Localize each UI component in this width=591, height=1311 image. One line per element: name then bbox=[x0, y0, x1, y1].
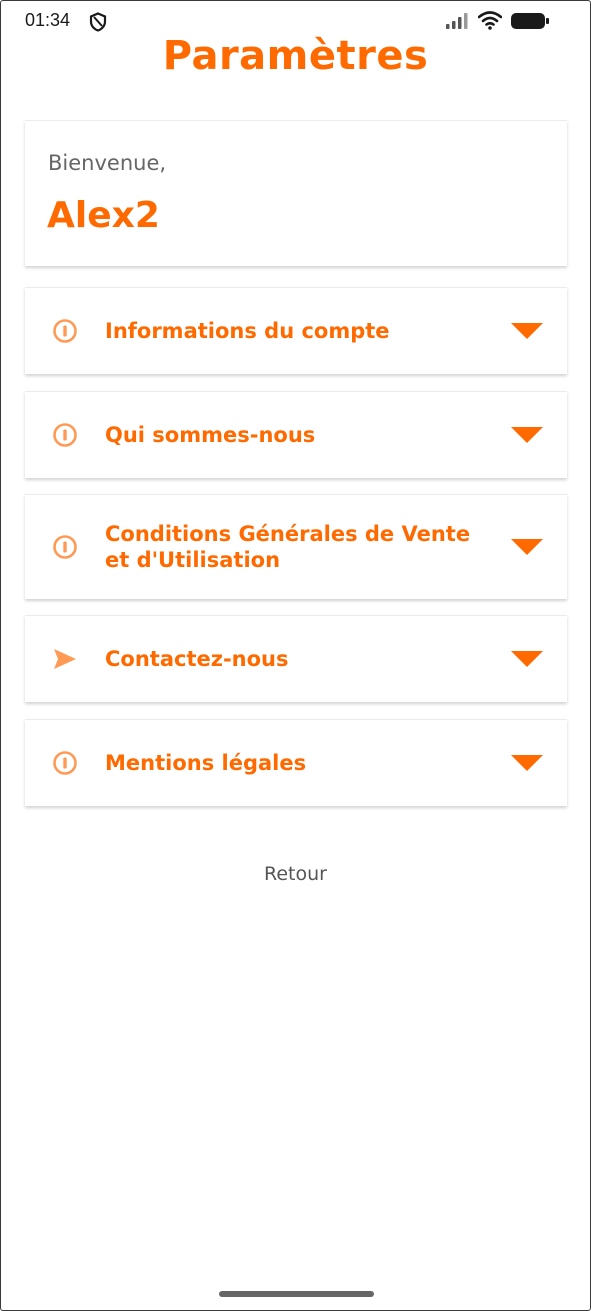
chevron-down-icon[interactable] bbox=[509, 647, 545, 671]
status-time: 01:34 bbox=[25, 10, 71, 30]
settings-screen: 01:34 Paramètres Bienvenue, Alex2 Inform… bbox=[0, 0, 591, 1311]
chevron-down-icon[interactable] bbox=[509, 319, 545, 343]
battery-icon bbox=[511, 13, 549, 29]
page-title: Paramètres bbox=[162, 33, 429, 79]
menu-item-legal-notices[interactable]: Mentions légales bbox=[25, 719, 567, 806]
home-indicator[interactable] bbox=[219, 1291, 374, 1297]
chevron-down-icon[interactable] bbox=[509, 423, 545, 447]
user-name: Alex2 bbox=[47, 195, 160, 236]
back-button[interactable]: Retour bbox=[1, 863, 590, 885]
menu-item-terms[interactable]: Conditions Générales de Vente et d'Utili… bbox=[25, 494, 567, 599]
info-icon bbox=[53, 423, 77, 447]
chevron-down-icon[interactable] bbox=[509, 535, 545, 559]
menu-item-label: Informations du compte bbox=[105, 319, 390, 343]
welcome-card: Bienvenue, Alex2 bbox=[25, 120, 567, 266]
signal-icon bbox=[446, 13, 468, 29]
shield-icon bbox=[89, 12, 107, 32]
menu-item-label: Conditions Générales de Vente et d'Utili… bbox=[105, 522, 471, 572]
menu-item-label: Qui sommes-nous bbox=[105, 423, 316, 447]
wifi-icon bbox=[478, 11, 502, 30]
menu-item-label: Contactez-nous bbox=[105, 647, 289, 671]
info-icon bbox=[53, 319, 77, 343]
welcome-label: Bienvenue, bbox=[48, 151, 167, 175]
menu-item-label: Mentions légales bbox=[105, 751, 307, 775]
menu-item-contact[interactable]: Contactez-nous bbox=[25, 615, 567, 702]
info-icon bbox=[53, 535, 77, 559]
info-icon bbox=[53, 751, 77, 775]
send-icon bbox=[54, 649, 76, 669]
menu-item-about-us[interactable]: Qui sommes-nous bbox=[25, 391, 567, 478]
menu-item-account-info[interactable]: Informations du compte bbox=[25, 287, 567, 374]
chevron-down-icon[interactable] bbox=[509, 751, 545, 775]
